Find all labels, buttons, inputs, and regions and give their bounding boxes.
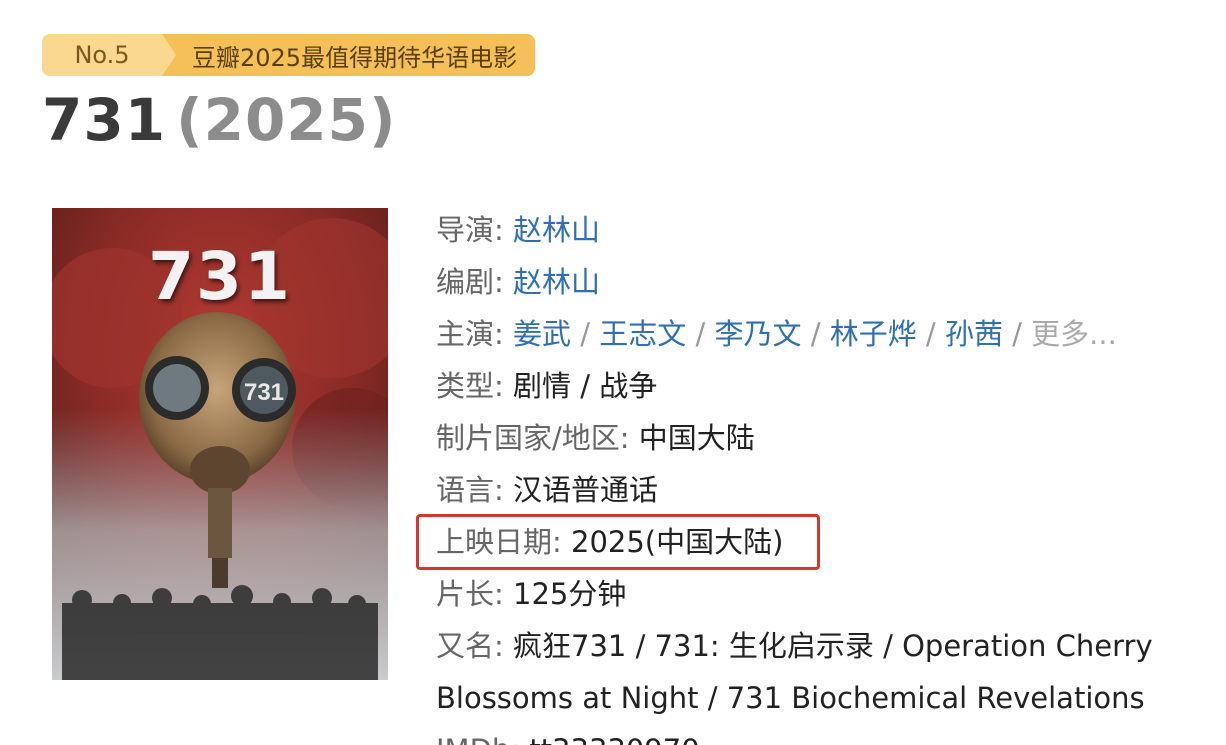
info-row-country: 制片国家/地区: 中国大陆	[436, 412, 1206, 464]
cast-link[interactable]: 王志文	[599, 317, 686, 351]
info-row-runtime: 片长: 125分钟	[436, 568, 1206, 620]
cast-link[interactable]: 姜武	[513, 317, 571, 351]
aka-label: 又名:	[436, 629, 513, 663]
director-label: 导演:	[436, 213, 513, 247]
mask-label: 731	[244, 379, 284, 406]
aka-value-line1: 疯狂731 / 731: 生化启示录 / Operation Cherry	[513, 629, 1153, 663]
info-row-director: 导演: 赵林山	[436, 204, 1206, 256]
language-label: 语言:	[436, 473, 513, 507]
movie-title: 731 (2025)	[42, 86, 397, 154]
cast-separator: /	[916, 317, 945, 351]
genre-value: 剧情 / 战争	[513, 369, 658, 403]
cast-separator: /	[686, 317, 715, 351]
language-value: 汉语普通话	[513, 473, 659, 507]
release-date-highlight-box	[416, 514, 820, 570]
imdb-value: tt33330970	[529, 733, 699, 745]
info-row-writer: 编剧: 赵林山	[436, 256, 1206, 308]
runtime-value: 125分钟	[513, 577, 627, 611]
cast-more-link[interactable]: 更多...	[1031, 317, 1117, 351]
genre-label: 类型:	[436, 369, 513, 403]
info-row-cast: 主演: 姜武 / 王志文 / 李乃文 / 林子烨 / 孙茜 / 更多...	[436, 308, 1206, 360]
country-label: 制片国家/地区:	[436, 421, 639, 455]
movie-info-list: 导演: 赵林山 编剧: 赵林山 主演: 姜武 / 王志文 / 李乃文 / 林子烨…	[436, 204, 1206, 745]
writer-label: 编剧:	[436, 265, 513, 299]
movie-detail-page: No.5 豆瓣2025最值得期待华语电影 731 (2025) 731 731 …	[0, 0, 1226, 745]
cast-link[interactable]: 林子烨	[830, 317, 917, 351]
country-value: 中国大陆	[638, 421, 755, 455]
poster-title: 731	[148, 238, 292, 315]
info-row-aka-continued: Blossoms at Night / 731 Biochemical Reve…	[436, 672, 1206, 724]
cast-link[interactable]: 李乃文	[714, 317, 801, 351]
runtime-label: 片长:	[436, 577, 513, 611]
info-row-imdb: IMDb: tt33330970	[436, 724, 1206, 745]
aka-value-line2: Blossoms at Night / 731 Biochemical Reve…	[436, 681, 1145, 715]
info-row-language: 语言: 汉语普通话	[436, 464, 1206, 516]
cast-separator: /	[801, 317, 830, 351]
ranking-list-title: 豆瓣2025最值得期待华语电影	[162, 34, 536, 76]
ranking-badge[interactable]: No.5 豆瓣2025最值得期待华语电影	[42, 34, 536, 76]
info-row-aka: 又名: 疯狂731 / 731: 生化启示录 / Operation Cherr…	[436, 620, 1206, 672]
imdb-label: IMDb:	[436, 733, 529, 745]
movie-name: 731	[42, 86, 167, 154]
cast-separator: /	[571, 317, 600, 351]
info-row-genre: 类型: 剧情 / 战争	[436, 360, 1206, 412]
movie-year: (2025)	[176, 86, 397, 154]
cast-label: 主演:	[436, 317, 513, 351]
director-link[interactable]: 赵林山	[513, 213, 600, 247]
cast-separator: /	[1002, 317, 1032, 351]
ranking-number: No.5	[42, 34, 176, 76]
movie-poster[interactable]: 731 731	[52, 208, 388, 680]
writer-link[interactable]: 赵林山	[513, 265, 600, 299]
cast-link[interactable]: 孙茜	[945, 317, 1003, 351]
